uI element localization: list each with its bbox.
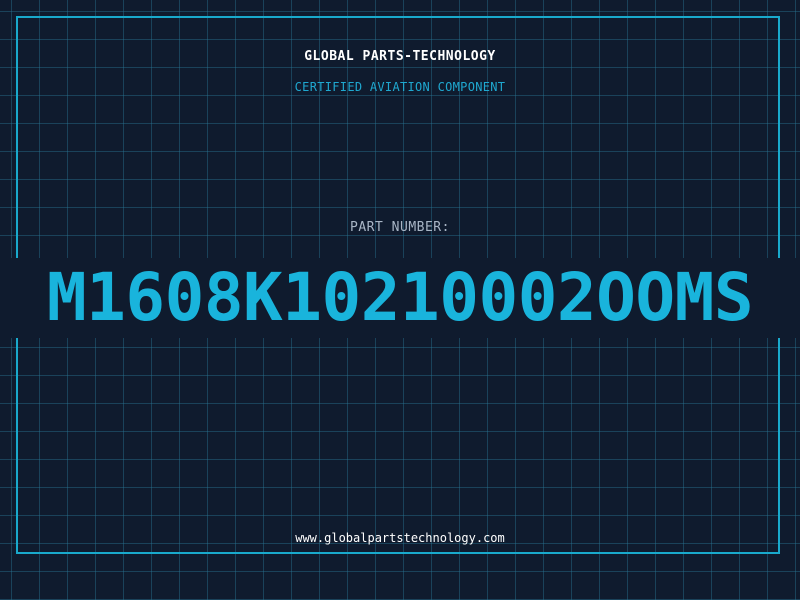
certification-subtitle: CERTIFIED AVIATION COMPONENT — [294, 80, 506, 94]
part-number-label: PART NUMBER: — [350, 220, 450, 235]
website-url[interactable]: www.globalpartstechnology.com — [0, 531, 800, 545]
certificate-page: GLOBAL PARTS-TECHNOLOGY CERTIFIED AVIATI… — [0, 0, 800, 600]
company-name: GLOBAL PARTS-TECHNOLOGY — [304, 49, 496, 64]
part-number-value: M1608K10210002OOMS — [46, 259, 754, 336]
